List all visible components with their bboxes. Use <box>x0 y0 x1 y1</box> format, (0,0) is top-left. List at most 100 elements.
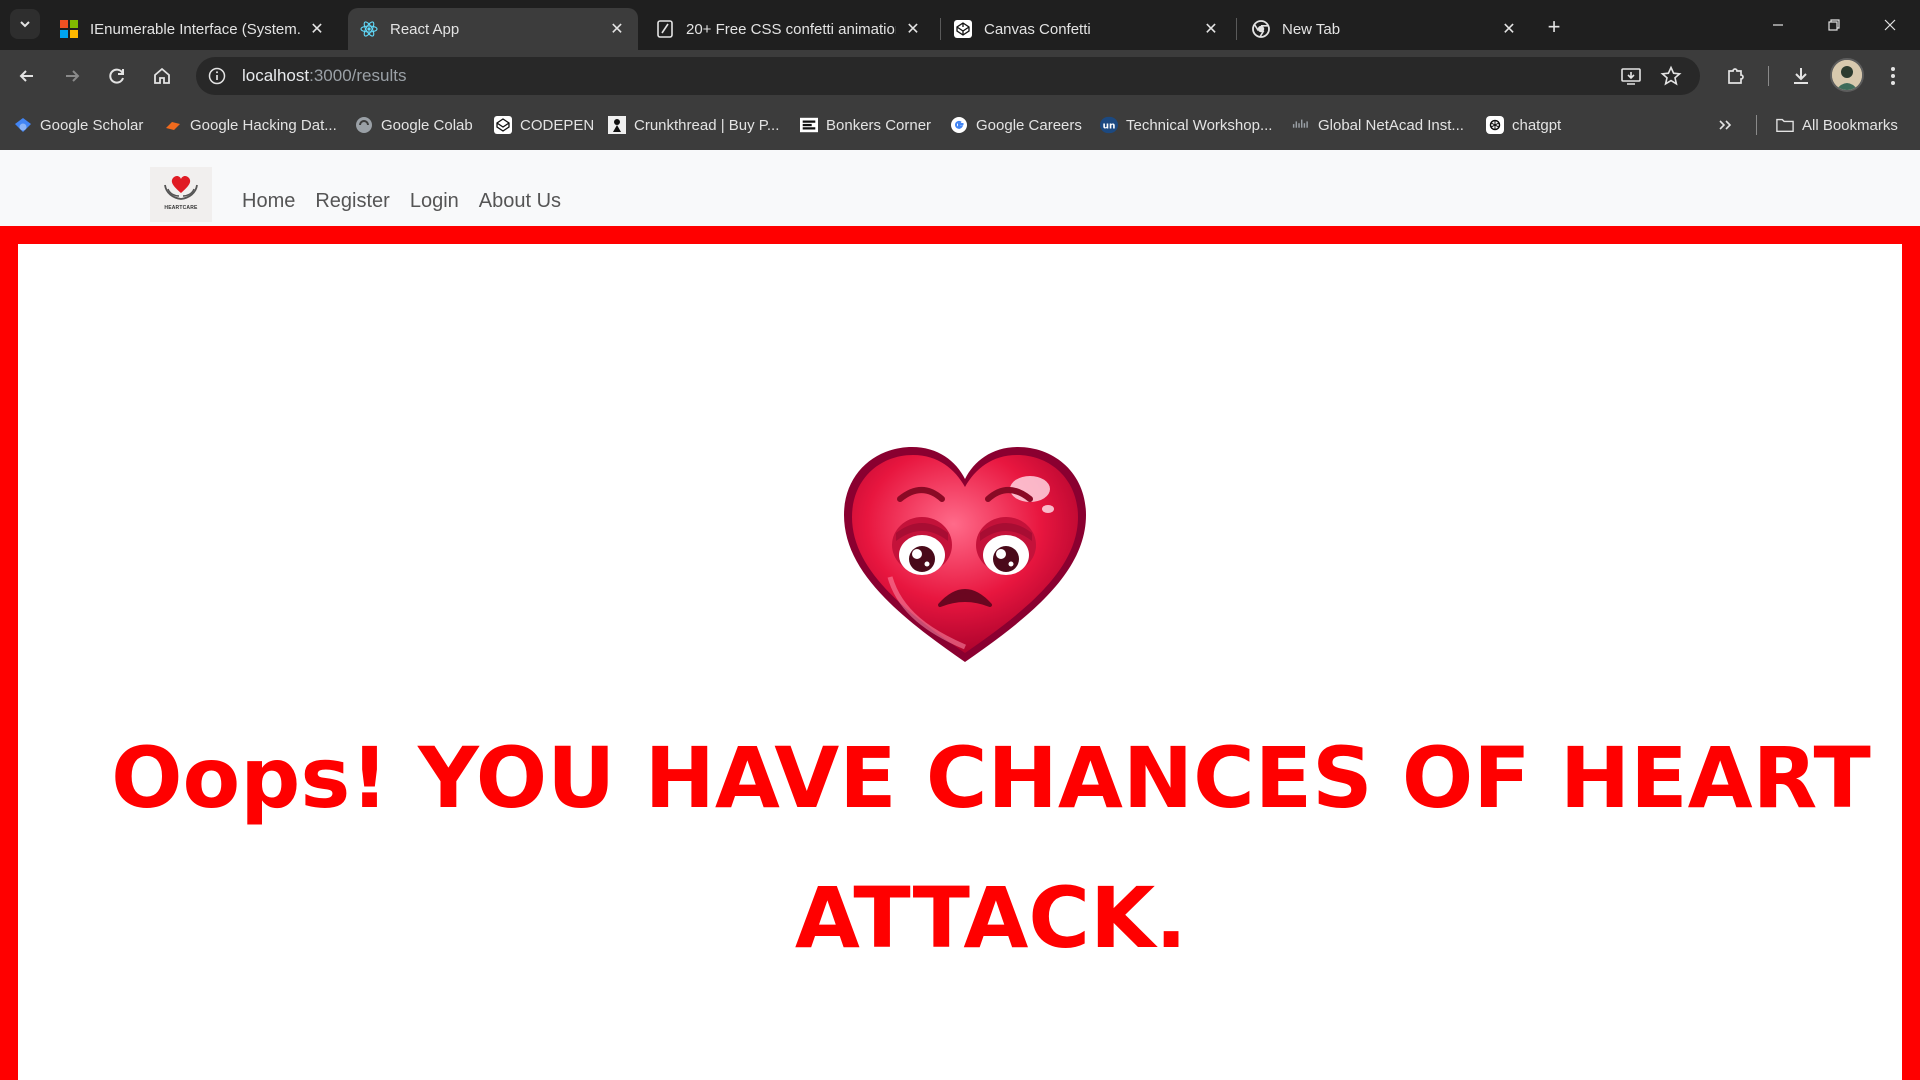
heart-hands-icon <box>164 175 198 200</box>
bookmark-chatgpt[interactable]: chatgpt <box>1486 113 1561 137</box>
bookmarks-divider <box>1756 115 1757 135</box>
bookmark-label: Google Hacking Dat... <box>190 116 337 134</box>
arrow-right-icon <box>66 70 80 82</box>
minimize-button[interactable] <box>1750 0 1806 50</box>
close-window-button[interactable] <box>1862 0 1918 50</box>
nav-home[interactable]: Home <box>242 190 295 213</box>
chrome-icon <box>1252 20 1270 38</box>
site-info-icon[interactable] <box>206 65 228 87</box>
bookmark-global-netacad[interactable]: Global NetAcad Inst... <box>1292 113 1464 137</box>
url-host: localhost <box>242 66 310 85</box>
main-nav: Home Register Login About Us <box>242 190 561 213</box>
crunkthread-icon <box>608 116 626 134</box>
nav-register[interactable]: Register <box>315 190 389 213</box>
tab-new-tab[interactable]: New Tab ✕ <box>1240 8 1530 50</box>
menu-button[interactable] <box>1877 60 1909 92</box>
url-path: :3000/results <box>309 66 407 85</box>
codepen-icon <box>954 20 972 38</box>
page-icon <box>656 20 674 38</box>
bookmark-label: Bonkers Corner <box>826 116 932 134</box>
bookmark-label: Global NetAcad Inst... <box>1318 116 1464 134</box>
nav-about-us[interactable]: About Us <box>479 190 561 213</box>
extensions-button[interactable] <box>1720 60 1752 92</box>
page-viewport: HEARTCARE Home Register Login About Us O… <box>0 150 1920 1080</box>
microsoft-icon <box>60 20 78 38</box>
codepen-icon <box>494 116 512 134</box>
home-icon <box>154 67 170 84</box>
close-icon[interactable]: ✕ <box>1202 20 1220 38</box>
tab-separator <box>940 18 941 40</box>
sad-heart-icon <box>844 447 1086 662</box>
address-bar[interactable]: localhost:3000/results <box>196 57 1700 95</box>
tab-separator <box>1236 18 1237 40</box>
colab-icon <box>355 116 373 134</box>
result-panel: Oops! YOU HAVE CHANCES OF HEART ATTACK. <box>0 226 1920 1080</box>
back-button[interactable] <box>11 60 43 92</box>
reload-icon <box>109 68 124 84</box>
bookmark-google-hacking[interactable]: Google Hacking Dat... <box>164 113 337 137</box>
url-text[interactable]: localhost:3000/results <box>242 66 406 86</box>
unstop-icon: un <box>1100 116 1118 134</box>
ghdb-icon <box>164 116 182 134</box>
double-chevron-icon <box>1719 120 1732 130</box>
bookmark-bonkers-corner[interactable]: Bonkers Corner <box>800 113 931 137</box>
bookmark-label: Technical Workshop... <box>1126 116 1273 134</box>
home-button[interactable] <box>146 60 178 92</box>
bookmark-label: Google Colab <box>381 116 473 134</box>
bookmarks-overflow-button[interactable] <box>1717 113 1733 137</box>
restore-button[interactable] <box>1806 0 1862 50</box>
brand-logo[interactable]: HEARTCARE <box>150 167 212 222</box>
tab-canvas-confetti[interactable]: Canvas Confetti ✕ <box>942 8 1232 50</box>
bonkers-icon <box>800 116 818 134</box>
install-app-icon[interactable] <box>1618 63 1644 89</box>
arrow-left-icon <box>19 70 33 82</box>
close-icon[interactable]: ✕ <box>308 20 326 38</box>
bookmark-technical-workshop[interactable]: un Technical Workshop... <box>1100 113 1272 137</box>
folder-icon <box>1776 116 1794 134</box>
close-icon[interactable]: ✕ <box>1500 20 1518 38</box>
tab-strip: IEnumerable Interface (System.C ✕ React … <box>0 0 1920 50</box>
chevron-down-icon <box>20 21 30 28</box>
cisco-icon <box>1292 116 1310 134</box>
profile-avatar[interactable] <box>1830 58 1864 92</box>
minimize-icon <box>1773 24 1783 26</box>
tab-react-app[interactable]: React App ✕ <box>348 8 638 50</box>
all-bookmarks-button[interactable]: All Bookmarks <box>1776 113 1898 137</box>
bookmark-codepen[interactable]: CODEPEN <box>494 113 594 137</box>
bookmark-crunkthread[interactable]: Crunkthread | Buy P... <box>608 113 779 137</box>
react-icon <box>360 20 378 38</box>
close-icon[interactable]: ✕ <box>904 20 922 38</box>
bookmark-google-careers[interactable]: Google Careers <box>950 113 1082 137</box>
avatar-icon <box>1832 60 1862 90</box>
tab-css-confetti[interactable]: 20+ Free CSS confetti animation ✕ <box>644 8 934 50</box>
restore-icon <box>1828 19 1840 31</box>
puzzle-icon <box>1728 68 1744 84</box>
scholar-icon <box>14 116 32 134</box>
svg-text:un: un <box>1103 122 1116 132</box>
tab-title: IEnumerable Interface (System.C <box>90 20 300 38</box>
tab-title: 20+ Free CSS confetti animation <box>686 20 896 38</box>
tab-ienumerable[interactable]: IEnumerable Interface (System.C ✕ <box>48 8 338 50</box>
downloads-button[interactable] <box>1785 60 1817 92</box>
bookmark-label: CODEPEN <box>520 116 595 134</box>
toolbar-divider <box>1768 66 1769 86</box>
bookmark-star-icon[interactable] <box>1658 63 1684 89</box>
all-bookmarks-label: All Bookmarks <box>1802 116 1898 134</box>
google-icon <box>950 116 968 134</box>
bookmark-label: Crunkthread | Buy P... <box>634 116 780 134</box>
new-tab-button[interactable]: + <box>1540 13 1568 41</box>
brand-text: HEARTCARE <box>164 205 198 211</box>
tab-title: React App <box>390 20 460 38</box>
forward-button[interactable] <box>56 60 88 92</box>
nav-login[interactable]: Login <box>410 190 459 213</box>
close-icon[interactable]: ✕ <box>608 20 626 38</box>
tab-title: New Tab <box>1282 20 1341 38</box>
tab-title: Canvas Confetti <box>984 20 1091 38</box>
reload-button[interactable] <box>101 60 133 92</box>
site-navbar: HEARTCARE Home Register Login About Us <box>0 150 1920 226</box>
browser-toolbar: localhost:3000/results <box>0 50 1920 100</box>
tab-search-button[interactable] <box>10 9 40 39</box>
bookmark-google-scholar[interactable]: Google Scholar <box>14 113 143 137</box>
bookmark-google-colab[interactable]: Google Colab <box>355 113 473 137</box>
result-message: Oops! YOU HAVE CHANCES OF HEART ATTACK. <box>111 729 1871 967</box>
